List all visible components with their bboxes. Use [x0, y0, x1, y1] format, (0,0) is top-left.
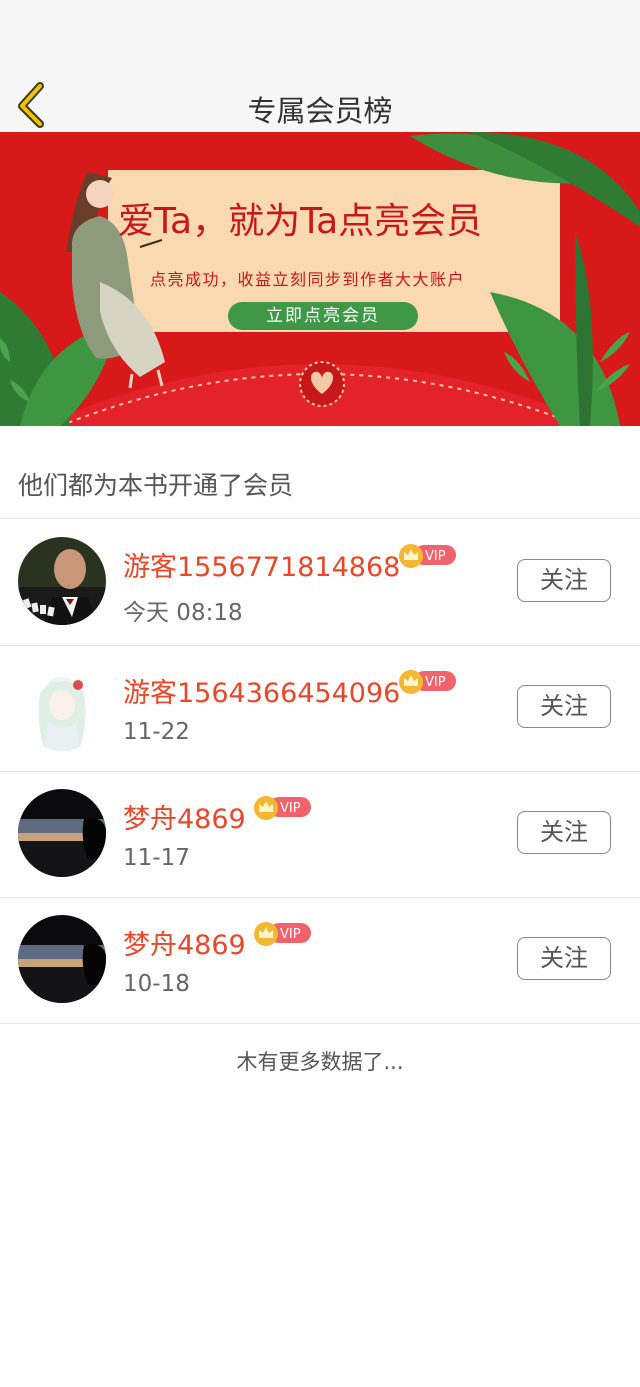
page-title: 专属会员榜: [247, 94, 393, 128]
member-date: 11-22: [123, 719, 190, 745]
list-item: 游客1564366454096 VIP 11-22 关注: [0, 645, 640, 771]
member-date: 11-17: [123, 845, 190, 871]
section-title: 他们都为本书开通了会员: [18, 471, 294, 500]
follow-button[interactable]: 关注: [517, 811, 611, 854]
member-name[interactable]: 梦舟4869: [123, 797, 246, 836]
member-date: 10-18: [123, 971, 190, 997]
avatar[interactable]: [18, 915, 106, 1003]
avatar[interactable]: [18, 789, 106, 877]
vip-badge: VIP: [399, 670, 456, 694]
member-name[interactable]: 游客1556771814868: [123, 545, 400, 584]
follow-button[interactable]: 关注: [517, 559, 611, 602]
vip-badge: VIP: [254, 922, 311, 946]
member-name[interactable]: 游客1564366454096: [123, 671, 400, 710]
vip-badge: VIP: [254, 796, 311, 820]
no-more-data-text: 木有更多数据了...: [236, 1050, 404, 1074]
banner-headline: 爱Ta，就为Ta点亮会员: [118, 201, 483, 242]
avatar[interactable]: [18, 537, 106, 625]
banner-subtitle: 点亮成功，收益立刻同步到作者大大账户: [150, 270, 466, 289]
vip-text: VIP: [280, 927, 301, 942]
divider: [0, 1023, 640, 1024]
vip-text: VIP: [425, 675, 446, 690]
promo-banner[interactable]: 爱Ta，就为Ta点亮会员 点亮成功，收益立刻同步到作者大大账户 立即点亮会员: [0, 132, 640, 426]
vip-text: VIP: [425, 549, 446, 564]
follow-button[interactable]: 关注: [517, 937, 611, 980]
list-item: 梦舟4869 VIP 10-18 关注: [0, 897, 640, 1023]
vip-text: VIP: [280, 801, 301, 816]
list-item: 梦舟4869 VIP 11-17 关注: [0, 771, 640, 897]
vip-badge: VIP: [399, 544, 456, 568]
nav-header: 专属会员榜: [0, 0, 640, 132]
list-item: 游客1556771814868 VIP 今天 08:18 关注: [0, 519, 640, 645]
avatar[interactable]: [18, 663, 106, 751]
member-name[interactable]: 梦舟4869: [123, 923, 246, 962]
light-up-membership-button[interactable]: 立即点亮会员: [228, 302, 418, 330]
follow-button[interactable]: 关注: [517, 685, 611, 728]
member-date: 今天 08:18: [123, 600, 243, 626]
